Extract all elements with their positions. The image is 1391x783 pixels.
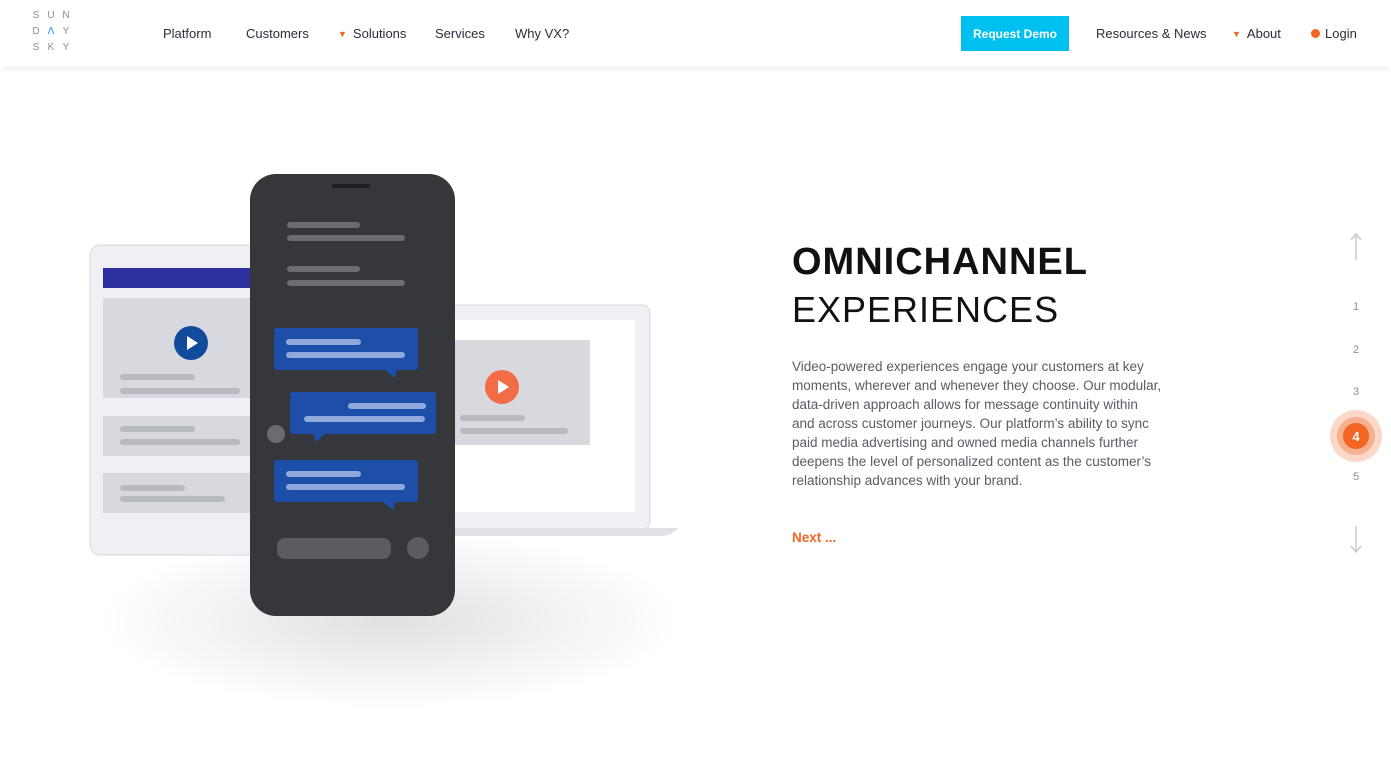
pager-item-3[interactable]: 3 — [1330, 386, 1382, 398]
logo-letter: Λ — [47, 26, 55, 37]
tablet-mockup — [89, 244, 273, 556]
chat-bubble — [274, 460, 418, 502]
login-dot-icon — [1311, 29, 1320, 38]
nav-resources-news[interactable]: Resources & News — [1096, 26, 1207, 41]
site-header: S U N D Λ Y S K Y Platform Customers ▼ So… — [0, 0, 1391, 67]
logo-letter: Y — [62, 26, 70, 37]
sundaysky-logo[interactable]: S U N D Λ Y S K Y — [30, 10, 78, 60]
phone-mockup — [250, 174, 455, 616]
request-demo-button[interactable]: Request Demo — [961, 16, 1069, 51]
hero-title-bold: OMNICHANNEL — [792, 241, 1088, 283]
laptop-mockup — [420, 304, 678, 536]
nav-login-label: Login — [1325, 26, 1357, 41]
nav-solutions[interactable]: ▼ Solutions — [338, 26, 406, 41]
nav-solutions-label: Solutions — [352, 26, 407, 41]
logo-letter: N — [62, 10, 70, 21]
hero-description: Video-powered experiences engage your cu… — [792, 359, 1162, 488]
logo-row-3: S K Y — [30, 42, 72, 58]
arrow-up-icon[interactable] — [1348, 232, 1364, 262]
pager-active-ring: 4 — [1337, 417, 1375, 455]
caret-down-icon: ▼ — [1232, 29, 1241, 39]
pager-item-1[interactable]: 1 — [1330, 301, 1382, 313]
nav-about[interactable]: ▼ About — [1232, 26, 1281, 41]
chat-bubble — [274, 328, 418, 370]
pager-item-2[interactable]: 2 — [1330, 344, 1382, 356]
nav-about-label: About — [1246, 26, 1281, 41]
nav-platform[interactable]: Platform — [163, 26, 211, 41]
nav-services[interactable]: Services — [435, 26, 485, 41]
logo-row-2: D Λ Y — [30, 26, 72, 42]
pager-item-4-active[interactable]: 4 — [1330, 410, 1382, 462]
logo-letter: S — [32, 42, 40, 53]
logo-letter: K — [47, 42, 55, 53]
nav-customers[interactable]: Customers — [246, 26, 309, 41]
hero-title-light: EXPERIENCES — [792, 289, 1060, 330]
section-pager: 1 2 3 4 5 — [1330, 228, 1382, 558]
nav-why-vx[interactable]: Why VX? — [515, 26, 569, 41]
logo-letter: S — [32, 10, 40, 21]
logo-letter: Y — [62, 42, 70, 53]
logo-letter: D — [32, 26, 40, 37]
logo-row-1: S U N — [30, 10, 72, 26]
pager-active-number: 4 — [1343, 423, 1369, 449]
caret-down-icon: ▼ — [338, 29, 347, 39]
omnichannel-illustration — [89, 174, 680, 710]
chat-bubble — [290, 392, 436, 434]
next-link[interactable]: Next ... — [792, 530, 836, 545]
nav-login[interactable]: Login — [1311, 26, 1357, 41]
pager-item-5[interactable]: 5 — [1330, 471, 1382, 483]
logo-letter: U — [47, 10, 55, 21]
arrow-down-icon[interactable] — [1348, 524, 1364, 554]
